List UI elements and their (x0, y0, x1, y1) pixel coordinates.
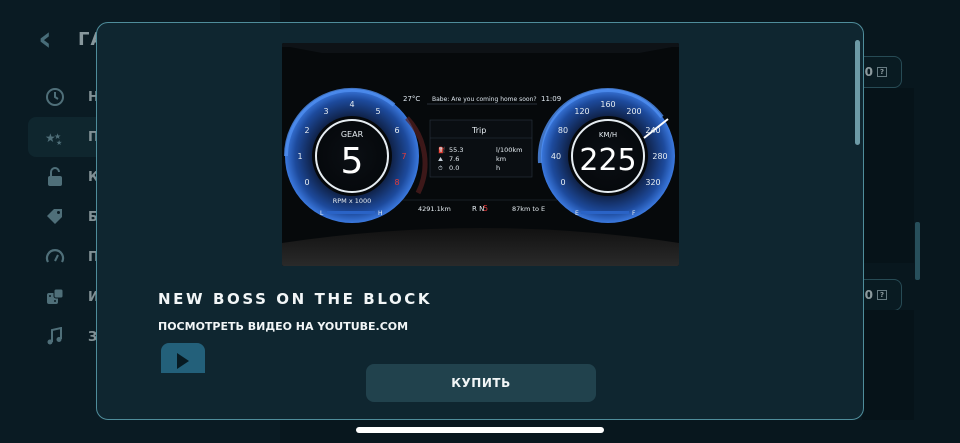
speed-tick-label: 200 (626, 107, 641, 116)
rpm-tick-label: 8 (394, 178, 399, 187)
trip-unit: l/100km (496, 146, 523, 154)
rpm-tick-label: 6 (394, 126, 399, 135)
speed-tick-label: 0 (560, 178, 565, 187)
rpm-tick-label: 2 (304, 126, 309, 135)
svg-text:⏱: ⏱ (438, 165, 443, 172)
fuel-empty: E (575, 210, 579, 217)
modal-scrollbar[interactable] (855, 40, 860, 145)
dashboard-preview-image[interactable]: 27°C Babe: Are you coming home soon? 11:… (282, 43, 679, 266)
gear-value: 5 (341, 141, 364, 182)
speed-tick-label: 320 (645, 178, 660, 187)
speed-value: 225 (579, 143, 636, 178)
speed-tick-label: 120 (574, 107, 589, 116)
trip-unit: h (496, 164, 500, 172)
speed-tick-label: 40 (551, 152, 561, 161)
gear-label: GEAR (341, 130, 364, 139)
svg-text:⛰: ⛰ (438, 156, 443, 163)
modal-title: NEW BOSS ON THE BLOCK (158, 290, 433, 308)
fuel-full: F (632, 210, 636, 217)
rpm-tick-label: 5 (375, 107, 380, 116)
rpm-tick-label: 0 (304, 178, 309, 187)
rpm-tick-label: 3 (323, 107, 328, 116)
dash-temperature: 27°C (403, 95, 420, 103)
rpm-tick-label: 7 (401, 152, 406, 161)
home-indicator[interactable] (356, 427, 604, 433)
product-modal: 27°C Babe: Are you coming home soon? 11:… (96, 22, 864, 420)
dash-message: Babe: Are you coming home soon? (432, 96, 537, 103)
trip-value: 55.3 (449, 146, 463, 154)
youtube-video-link[interactable]: ПОСМОТРЕТЬ ВИДЕО НА YOUTUBE.COM (158, 320, 408, 333)
svg-text:⛽: ⛽ (438, 146, 446, 154)
speed-tick-label: 80 (558, 126, 568, 135)
temp-high: H (378, 210, 383, 217)
trip-value: 0.0 (449, 164, 459, 172)
youtube-play-icon[interactable] (161, 343, 205, 373)
range-to-empty: 87km to E (512, 205, 545, 213)
trip-unit: km (496, 155, 506, 163)
odometer: 4291.1km (418, 205, 451, 213)
gear-selector-active: 5 (483, 204, 488, 213)
dash-time: 11:09 (541, 95, 561, 103)
speed-unit: KM/H (599, 131, 617, 139)
rpm-label: RPM x 1000 (333, 197, 372, 205)
trip-value: 7.6 (449, 155, 459, 163)
rpm-tick-label: 1 (297, 152, 302, 161)
speed-tick-label: 240 (645, 126, 660, 135)
trip-title: Trip (471, 126, 486, 135)
speed-tick-label: 280 (652, 152, 667, 161)
speed-tick-label: 160 (600, 100, 615, 109)
buy-button[interactable]: КУПИТЬ (366, 364, 596, 402)
rpm-tick-label: 4 (349, 100, 354, 109)
